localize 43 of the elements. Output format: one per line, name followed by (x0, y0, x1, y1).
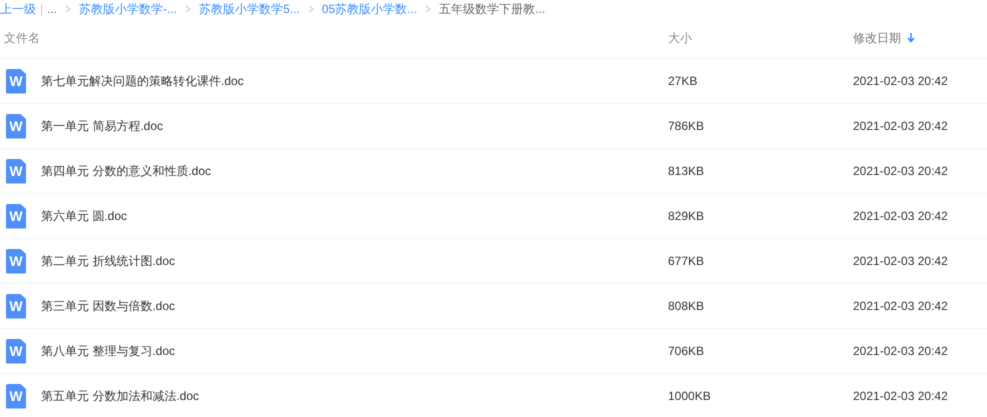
breadcrumb-ellipsis: ... (47, 2, 58, 16)
document-icon: W (6, 384, 26, 408)
file-name[interactable]: 第三单元 因数与倍数.doc (41, 298, 176, 314)
sort-arrow-icon[interactable] (907, 33, 915, 43)
file-name[interactable]: 第二单元 折线统计图.doc (41, 252, 176, 270)
document-icon: W (6, 204, 26, 228)
file-size: 808KB (668, 299, 706, 313)
modified-date: 2021-02-03 20:42 (853, 119, 949, 133)
file-size: 677KB (668, 254, 706, 268)
separator: | (40, 2, 44, 16)
modified-date: 2021-02-03 20:42 (853, 74, 949, 88)
file-name[interactable]: 第八单元 整理与复习.doc (41, 342, 176, 360)
column-header[interactable]: 修改日期 (853, 30, 901, 46)
file-size: 27KB (668, 74, 698, 88)
modified-date: 2021-02-03 20:42 (853, 254, 949, 268)
document-icon: W (6, 68, 26, 94)
chevron-icon (65, 5, 72, 13)
document-icon: W (6, 114, 26, 138)
chevron-icon (425, 5, 432, 13)
file-name[interactable]: 第五单元 分数加法和减法.doc (41, 388, 200, 404)
modified-date: 2021-02-03 20:42 (853, 209, 949, 223)
modified-date: 2021-02-03 20:42 (853, 164, 949, 178)
chevron-icon (185, 5, 192, 13)
file-size: 1000KB (668, 389, 712, 403)
modified-date: 2021-02-03 20:42 (853, 299, 949, 313)
file-size: 829KB (668, 209, 706, 223)
modified-date: 2021-02-03 20:42 (853, 389, 949, 403)
file-size: 813KB (668, 164, 706, 178)
file-name[interactable]: 第一单元 简易方程.doc (41, 118, 164, 134)
modified-date: 2021-02-03 20:42 (853, 344, 949, 358)
file-name[interactable]: 第六单元 圆.doc (41, 208, 128, 224)
column-header[interactable]: 大小 (668, 30, 692, 46)
document-icon: W (6, 158, 26, 184)
file-size: 706KB (668, 344, 706, 358)
document-icon: W (6, 294, 26, 318)
file-size: 786KB (668, 119, 706, 133)
breadcrumb-current: 五年级数学下册教... (439, 0, 546, 18)
document-icon: W (6, 338, 26, 364)
chevron-icon (308, 5, 314, 13)
file-name[interactable]: 第七单元解决问题的策略转化课件.doc (41, 72, 244, 90)
file-name[interactable]: 第四单元 分数的意义和性质.doc (41, 162, 212, 180)
column-header[interactable]: 文件名 (4, 30, 40, 46)
document-icon: W (6, 248, 26, 274)
